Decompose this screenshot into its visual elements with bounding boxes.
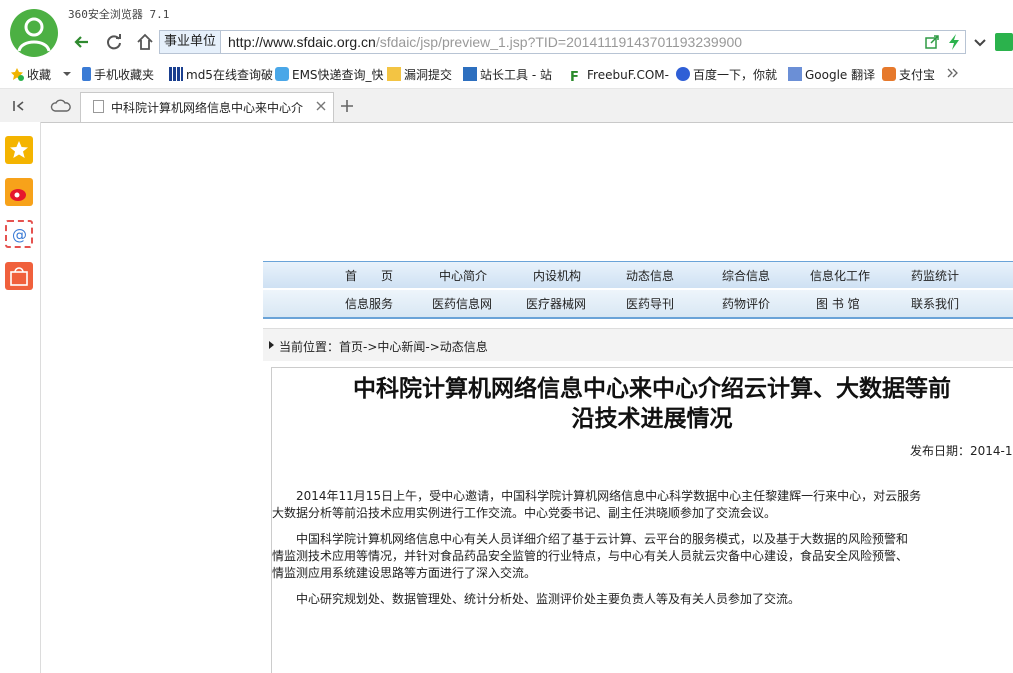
grid-icon (169, 67, 183, 81)
bookmark-vuln[interactable]: 漏洞提交 (387, 66, 452, 84)
nav-statistics[interactable]: 药监统计 (911, 267, 959, 284)
bookmark-freebuf[interactable]: F FreebuF.COM- (570, 66, 669, 85)
tab-active[interactable]: 中科院计算机网络信息中心来中心介 (80, 92, 334, 122)
url-text[interactable]: http://www.sfdaic.org.cn/sfdaic/jsp/prev… (228, 31, 742, 53)
svg-text:@: @ (12, 226, 27, 244)
home-button[interactable] (133, 30, 157, 54)
tab-list-button[interactable] (10, 97, 28, 115)
chevron-down-icon (974, 39, 986, 47)
bookmark-md5[interactable]: md5在线查询破 (169, 66, 273, 84)
nav-contact[interactable]: 联系我们 (911, 295, 959, 312)
nav-medicine-guide[interactable]: 医药导刊 (626, 295, 674, 312)
sidebar-mail-icon[interactable]: @ (5, 220, 33, 248)
nav-library[interactable]: 图 书 馆 (816, 295, 860, 312)
tab-bar: 中科院计算机网络信息中心来中心介 (0, 89, 1013, 123)
bookmark-dropdown-arrow[interactable] (62, 66, 72, 84)
bookmark-ems[interactable]: EMS快递查询_快 (275, 66, 384, 84)
alipay-icon (882, 67, 896, 81)
nav-home[interactable]: 首 页 (345, 267, 393, 284)
bookmark-google-translate[interactable]: Google 翻译 (788, 66, 875, 84)
page-icon (93, 100, 104, 113)
user-avatar-icon[interactable] (10, 9, 58, 57)
nav-info-service[interactable]: 信息服务 (345, 295, 393, 312)
site-category-badge[interactable]: 事业单位 (160, 31, 222, 53)
speed-mode-icon[interactable] (947, 34, 961, 50)
sidebar: @ (0, 122, 41, 673)
baidu-icon (676, 67, 690, 81)
nav-devices-net[interactable]: 医疗器械网 (526, 295, 586, 312)
extension-icon[interactable] (995, 33, 1013, 51)
nav-general-info[interactable]: 综合信息 (722, 267, 770, 284)
paragraph-3-line-1: 中心研究规划处、数据管理处、统计分析处、监测评价处主要负责人等及有关人员参加了交… (272, 592, 801, 606)
address-bar[interactable]: 事业单位 http://www.sfdaic.org.cn/sfdaic/jsp… (159, 30, 966, 54)
address-dropdown-button[interactable] (970, 30, 990, 54)
nav-departments[interactable]: 内设机构 (533, 267, 581, 284)
nav-medicine-net[interactable]: 医药信息网 (432, 295, 492, 312)
bookmarks-more-button[interactable] (946, 66, 960, 84)
url-path: /sfdaic/jsp/preview_1.jsp?TID=2014111914… (375, 34, 743, 50)
nav-informatization[interactable]: 信息化工作 (810, 267, 870, 284)
double-chevron-icon (947, 68, 958, 78)
freebuf-icon: F (570, 70, 579, 85)
caret-down-icon (63, 72, 71, 76)
paragraph-2-line-1: 中国科学院计算机网络信息中心有关人员详细介绍了基于云计算、云平台的服务模式，以及… (272, 532, 909, 546)
breadcrumb: 当前位置：首页->中心新闻->动态信息 (263, 328, 1013, 361)
url-host: http://www.sfdaic.org.cn (228, 34, 376, 50)
back-arrow-icon (74, 36, 88, 48)
bookmark-baidu[interactable]: 百度一下，你就 (676, 66, 777, 84)
folder-icon (387, 67, 401, 81)
refresh-button[interactable] (102, 30, 126, 54)
phone-icon (82, 67, 91, 81)
nav-about[interactable]: 中心简介 (439, 267, 487, 284)
new-tab-button[interactable] (338, 97, 356, 115)
tab-close-icon[interactable] (315, 100, 327, 112)
nav-row-primary: 首 页 中心简介 内设机构 动态信息 综合信息 信息化工作 药监统计 (263, 261, 1013, 288)
bookmark-alipay[interactable]: 支付宝 (882, 66, 935, 84)
ems-icon (275, 67, 289, 81)
share-icon[interactable] (925, 35, 939, 49)
home-icon (137, 33, 153, 50)
article-panel: 中科院计算机网络信息中心来中心介绍云计算、大数据等前 沿技术进展情况 发布日期：… (271, 367, 1013, 673)
nav-news[interactable]: 动态信息 (626, 267, 674, 284)
sidebar-weibo-icon[interactable] (5, 178, 33, 206)
star-plus-icon (10, 67, 24, 81)
site-navigation: 首 页 中心简介 内设机构 动态信息 综合信息 信息化工作 药监统计 信息服务 … (263, 261, 1013, 319)
tab-label: 中科院计算机网络信息中心来中心介 (111, 101, 304, 115)
sidebar-shopping-icon[interactable] (5, 262, 33, 290)
nav-row-secondary: 信息服务 医药信息网 医疗器械网 医药导刊 药物评价 图 书 馆 联系我们 (263, 290, 1013, 319)
bookmark-mobile[interactable]: 手机收藏夹 (82, 66, 154, 84)
translate-icon (788, 67, 802, 81)
cloud-icon (50, 99, 71, 112)
refresh-icon (107, 34, 121, 50)
cloud-sync-button[interactable] (50, 97, 72, 115)
paragraph-2-line-3: 情监测应用系统建设思路等方面进行了深入交流。 (272, 566, 537, 580)
bookmark-favorites[interactable]: 收藏 (10, 66, 51, 84)
bookmark-webmaster[interactable]: 站长工具 - 站 (463, 66, 552, 84)
collapse-icon (13, 101, 24, 111)
plus-icon (341, 100, 353, 112)
paragraph-1-line-2: 大数据分析等前沿技术应用实例进行工作交流。中心党委书记、副主任洪晓顺参加了交流会… (272, 506, 777, 520)
triangle-right-icon (269, 341, 274, 349)
app-title: 360安全浏览器 7.1 (68, 8, 170, 21)
paragraph-1-line-1: 2014年11月15日上午，受中心邀请，中国科学院计算机网络信息中心科学数据中心… (272, 489, 922, 503)
nav-drug-evaluation[interactable]: 药物评价 (722, 295, 770, 312)
back-button[interactable] (70, 30, 94, 54)
breadcrumb-text[interactable]: 当前位置：首页->中心新闻->动态信息 (279, 338, 488, 355)
sidebar-favorites-icon[interactable] (5, 136, 33, 164)
bookmarks-bar: 收藏 手机收藏夹 md5在线查询破 EMS快递查询_快 漏洞提交 站长工具 - … (0, 62, 1013, 89)
paragraph-2-line-2: 情监测技术应用等情况，并针对食品药品安全监管的行业特点，与中心有关人员就云灾备中… (272, 549, 909, 563)
publish-date: 发布日期：2014-11 (910, 444, 1013, 458)
article-title: 中科院计算机网络信息中心来中心介绍云计算、大数据等前 沿技术进展情况 (353, 375, 951, 432)
tool-icon (463, 67, 477, 81)
